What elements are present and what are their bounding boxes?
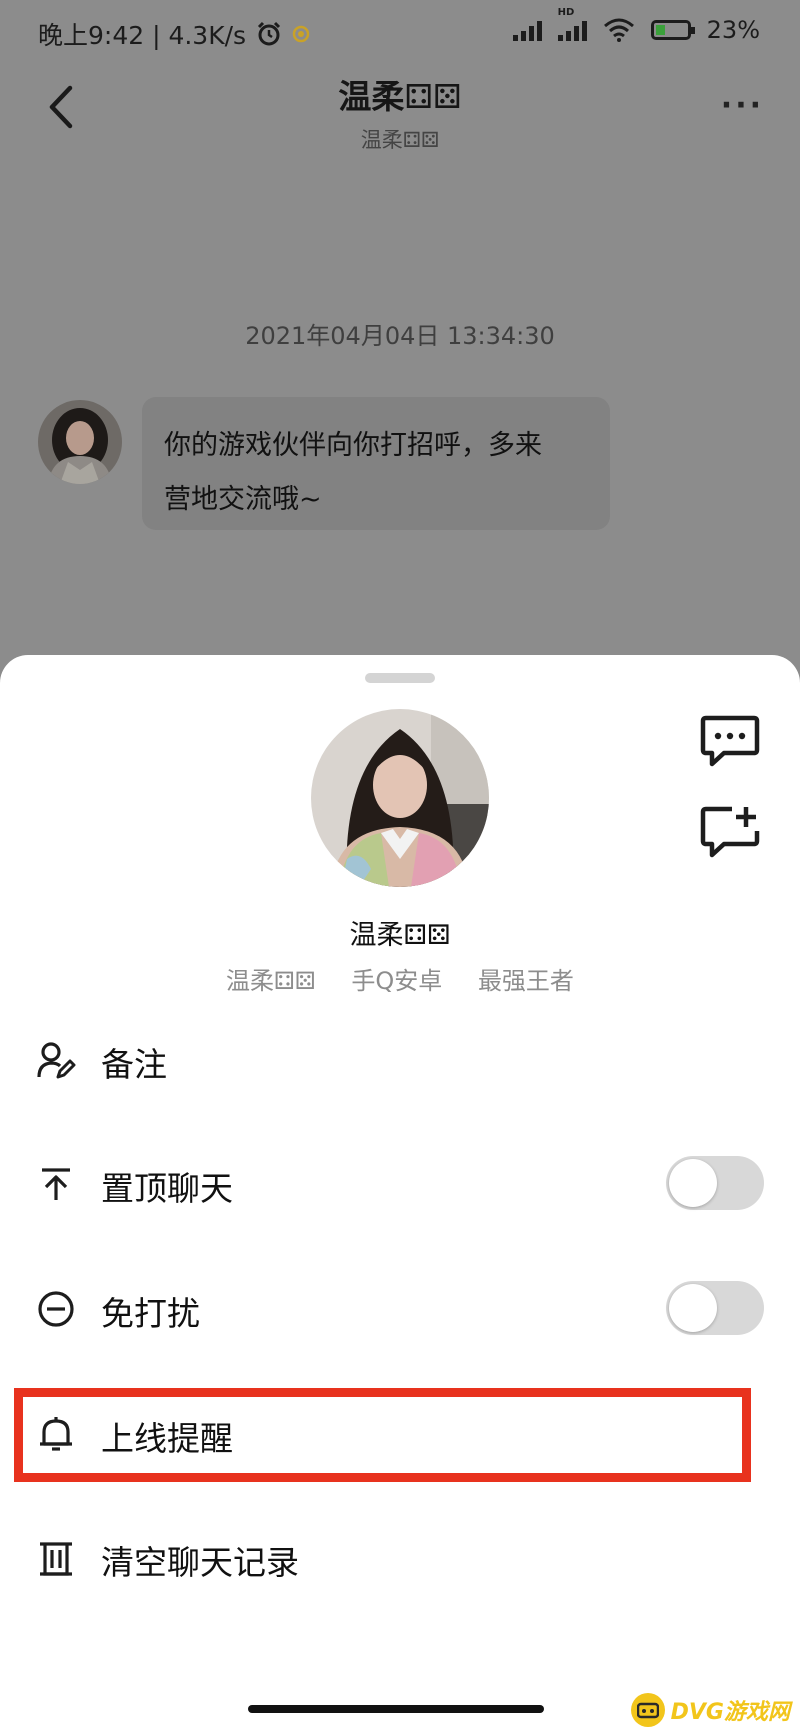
toggle-knob — [669, 1284, 717, 1332]
menu-label-do-not-disturb: 免打扰 — [101, 1294, 200, 1333]
remark-edit-icon — [37, 1042, 76, 1079]
menu-label-remark: 备注 — [101, 1045, 167, 1084]
menu-item-remark[interactable]: 备注 — [0, 1006, 800, 1116]
pin-chat-toggle[interactable] — [666, 1156, 764, 1210]
profile-bottom-sheet: 温柔⚃⚄ 温柔⚃⚄ 手Q安卓 最强王者 备注 置顶聊天 免打扰 上线提醒 清空聊… — [0, 655, 800, 1733]
profile-name: 温柔⚃⚄ — [349, 920, 451, 951]
watermark: DVG游戏网 — [630, 1693, 790, 1727]
watermark-logo-icon — [630, 1693, 665, 1727]
wifi-icon — [603, 18, 634, 42]
network-label: HD — [557, 7, 575, 18]
highlight-box — [14, 1388, 751, 1482]
alarm-icon — [258, 21, 281, 46]
add-friend-chat-icon[interactable] — [700, 805, 760, 859]
do-not-disturb-icon — [38, 1291, 74, 1327]
avatar-photo — [38, 400, 122, 484]
menu-item-pin-chat[interactable]: 置顶聊天 — [0, 1130, 800, 1240]
toggle-knob — [669, 1159, 717, 1207]
chat-title: 温柔⚃⚄ — [338, 77, 462, 116]
profile-avatar-photo — [311, 709, 489, 887]
do-not-disturb-toggle[interactable] — [666, 1281, 764, 1335]
message-timestamp: 2021年04月04日 13:34:30 — [245, 322, 555, 350]
more-options-icon[interactable]: ··· — [721, 88, 764, 123]
status-time: 晚上9:42 | 4.3K/s — [38, 21, 247, 50]
status-right: HD 23% — [512, 7, 760, 44]
message-text-line1: 你的游戏伙伴向你打招呼，多来 — [164, 430, 542, 461]
menu-item-do-not-disturb[interactable]: 免打扰 — [0, 1255, 800, 1365]
pin-top-icon — [42, 1168, 70, 1200]
message-text-line2: 营地交流哦~ — [164, 484, 322, 515]
sheet-drag-handle[interactable] — [365, 673, 435, 683]
menu-item-clear-history[interactable]: 清空聊天记录 — [0, 1504, 800, 1614]
profile-avatar[interactable] — [311, 709, 489, 887]
message-chat-icon[interactable] — [700, 714, 760, 768]
menu-label-clear-history: 清空聊天记录 — [101, 1543, 299, 1582]
signal-hd-icon: HD — [557, 7, 587, 41]
battery-icon — [650, 20, 695, 40]
signal-icon — [512, 19, 542, 41]
notification-icon — [292, 25, 310, 43]
watermark-text: DVG游戏网 — [670, 1700, 790, 1725]
chat-subtitle: 温柔⚃⚄ — [360, 128, 440, 152]
tag-nickname: 温柔⚃⚄ — [226, 967, 316, 995]
message-bubble[interactable]: 你的游戏伙伴向你打招呼，多来 营地交流哦~ — [142, 397, 610, 530]
home-indicator[interactable] — [248, 1705, 544, 1713]
trash-icon — [40, 1542, 72, 1576]
menu-label-pin-chat: 置顶聊天 — [101, 1169, 233, 1208]
status-bar: 晚上9:42 | 4.3K/s HD 23% — [0, 0, 800, 72]
status-left: 晚上9:42 | 4.3K/s — [38, 16, 310, 52]
tag-rank: 最强王者 — [477, 967, 574, 995]
profile-tags: 温柔⚃⚄ 手Q安卓 最强王者 — [0, 961, 800, 996]
tag-platform: 手Q安卓 — [351, 967, 443, 995]
battery-percent: 23% — [706, 16, 760, 44]
contact-avatar[interactable] — [38, 400, 122, 484]
